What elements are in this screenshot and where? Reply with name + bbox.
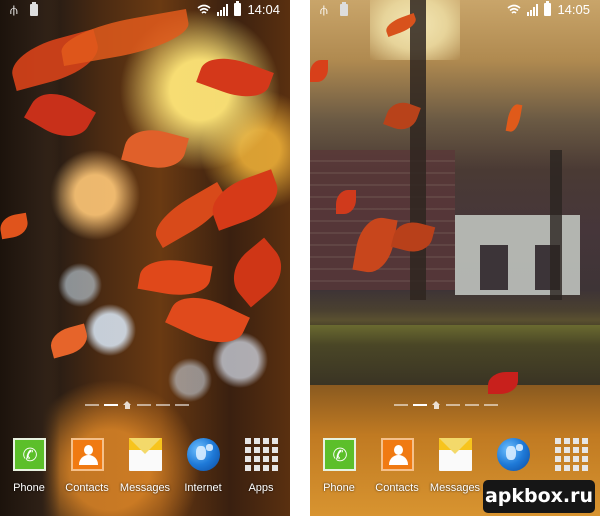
page-dot[interactable] [137, 404, 151, 406]
app-apps[interactable]: Apps [232, 438, 290, 494]
contacts-icon [70, 438, 104, 471]
watermark: apkbox.ru [483, 480, 595, 513]
app-label: Contacts [375, 482, 419, 494]
app-label: Messages [429, 482, 481, 494]
app-messages[interactable]: Messages [426, 438, 484, 494]
battery-saver-icon [339, 2, 348, 16]
app-contacts[interactable]: Contacts [368, 438, 426, 494]
signal-icon [527, 3, 539, 16]
page-indicator[interactable] [394, 401, 498, 409]
app-contacts[interactable]: Contacts [58, 438, 116, 494]
apps-grid-icon [244, 438, 278, 471]
battery-icon [234, 1, 242, 16]
page-dot[interactable] [175, 404, 189, 406]
clock: 14:04 [247, 2, 280, 17]
messages-icon [128, 438, 162, 471]
app-internet[interactable]: Internet [174, 438, 232, 494]
app-label: Messages [119, 482, 171, 494]
page-dot[interactable] [394, 404, 408, 406]
apps-grid-icon [554, 438, 588, 471]
page-indicator[interactable] [85, 401, 189, 409]
page-dot[interactable] [85, 404, 99, 406]
wifi-icon [197, 4, 211, 14]
app-label: Contacts [65, 482, 109, 494]
dock: ✆ Phone Contacts Messages Internet Apps [0, 438, 290, 498]
home-page-icon[interactable] [123, 401, 132, 409]
battery-icon [544, 1, 552, 16]
messages-icon [438, 438, 472, 471]
app-label: Internet [184, 482, 222, 494]
phone-icon: ✆ [322, 438, 356, 471]
wifi-icon [507, 4, 521, 14]
phone-screen-left: ⫛ 14:04 ✆ Phone Contacts Messages Intern… [0, 0, 290, 516]
tree-trunk [410, 0, 426, 300]
clock: 14:05 [557, 2, 590, 17]
signal-icon [217, 3, 229, 16]
house-window [480, 245, 508, 290]
contacts-icon [380, 438, 414, 471]
mossy-wall [310, 325, 600, 385]
app-label: Phone [323, 482, 355, 494]
tree-trunk [550, 150, 562, 300]
internet-icon [496, 438, 530, 471]
page-dot[interactable] [156, 404, 170, 406]
page-dot-active[interactable] [104, 404, 118, 406]
app-messages[interactable]: Messages [116, 438, 174, 494]
internet-icon [186, 438, 220, 471]
app-phone[interactable]: ✆ Phone [310, 438, 368, 494]
app-label: Phone [13, 482, 45, 494]
phone-screen-right: ⫛ 14:05 ✆ Phone Contacts Messages [310, 0, 600, 516]
page-dot[interactable] [465, 404, 479, 406]
phone-icon: ✆ [12, 438, 46, 471]
status-bar: ⫛ 14:05 [310, 0, 600, 20]
usb-icon: ⫛ [320, 2, 328, 17]
app-phone[interactable]: ✆ Phone [0, 438, 58, 494]
usb-icon: ⫛ [10, 2, 18, 17]
app-label: Apps [248, 482, 274, 494]
home-page-icon[interactable] [432, 401, 441, 409]
status-bar: ⫛ 14:04 [0, 0, 290, 20]
page-dot-active[interactable] [413, 404, 427, 406]
battery-saver-icon [29, 2, 38, 16]
page-dot[interactable] [446, 404, 460, 406]
page-dot[interactable] [484, 404, 498, 406]
